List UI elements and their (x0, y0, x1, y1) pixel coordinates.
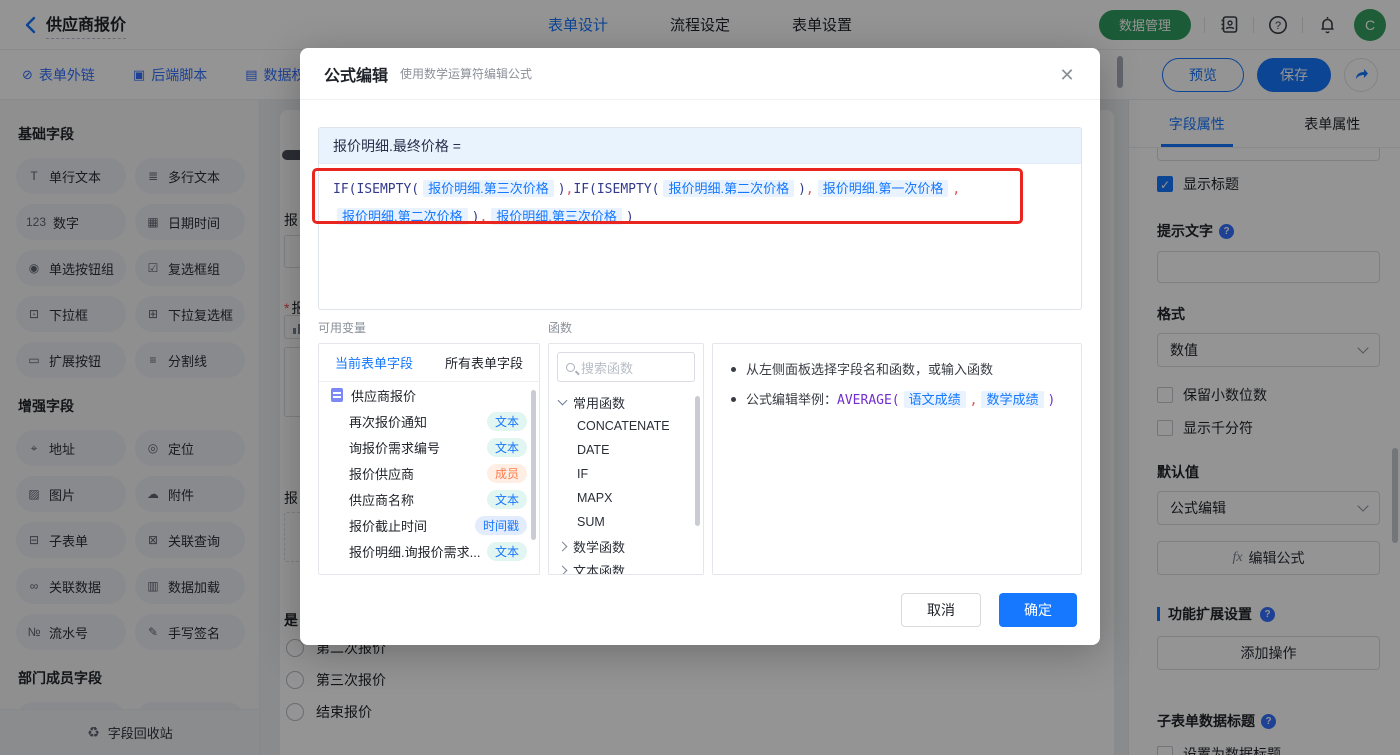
variable-field-row[interactable]: 报价截止时间 时间戳 (319, 512, 539, 538)
example-field-chip: 语文成绩 (903, 391, 966, 408)
formula-line: IF(ISEMPTY(报价明细.第三次价格),IF(ISEMPTY(报价明细.第… (333, 175, 1067, 203)
modal-header: 公式编辑 使用数学运算符编辑公式 (300, 48, 1100, 100)
variable-field-row[interactable]: 供应商名称 文本 (319, 486, 539, 512)
formula-field-chip: 报价明细.第二次价格 (663, 180, 795, 197)
formula-code-token: ) (798, 182, 806, 197)
variable-root-name: 供应商报价 (351, 388, 417, 404)
function-group-name: 数学函数 (573, 539, 626, 555)
function-group-name: 常用函数 (573, 395, 626, 411)
field-type-badge: 文本 (486, 489, 527, 509)
function-group[interactable]: 文本函数 (549, 558, 703, 575)
help-tip-1: 从左侧面板选择字段名和函数，或输入函数 (731, 360, 1063, 380)
formula-code-token: , (805, 182, 814, 197)
close-icon[interactable]: ✕ (1056, 64, 1078, 86)
functions-label: 函数 (548, 321, 573, 335)
modal-footer: 取消 确定 (901, 593, 1077, 627)
functions-tree: 常用函数 CONCATENATE DATE IF MAPX SUM 数学函数文本函数 (549, 390, 703, 575)
formula-code-token: ) (625, 210, 634, 225)
variable-field-name: 再次报价通知 (349, 414, 428, 430)
search-placeholder: 搜索函数 (581, 360, 634, 376)
variables-label: 可用变量 (318, 321, 367, 335)
field-type-badge: 文本 (486, 437, 527, 457)
help-tip-2: 公式编辑举例：AVERAGE(语文成绩, 数学成绩) (731, 390, 1063, 411)
formula-help-panel: 从左侧面板选择字段名和函数，或输入函数 公式编辑举例：AVERAGE(语文成绩,… (712, 343, 1082, 575)
variable-field-row[interactable]: 询报价需求编号 文本 (319, 434, 539, 460)
variable-field-name: 供应商名称 (349, 492, 415, 508)
example-field-chip: 数学成绩 (981, 391, 1044, 408)
variables-tabs: 当前表单字段 所有表单字段 (319, 344, 539, 382)
function-item[interactable]: DATE (549, 438, 703, 462)
formula-editor: 报价明细.最终价格 = IF(ISEMPTY(报价明细.第三次价格),IF(IS… (318, 127, 1082, 310)
variable-field-row[interactable]: 报价供应商 成员 (319, 460, 539, 486)
formula-code-token: ) (557, 182, 566, 197)
formula-target-field: 报价明细.最终价格 = (319, 128, 1081, 164)
formula-code-token: IF(ISEMPTY( (573, 182, 660, 197)
variables-tab-1[interactable]: 当前表单字段 (319, 344, 429, 381)
variable-field-name: 报价明细.询报价需求... (349, 544, 481, 560)
function-item[interactable]: IF (549, 462, 703, 486)
formula-field-chip: 报价明细.第一次价格 (817, 180, 949, 197)
function-group[interactable]: 常用函数 (549, 390, 703, 414)
formula-code-token: , (479, 210, 488, 225)
function-search-input[interactable]: 搜索函数 (557, 352, 695, 382)
functions-panel: 搜索函数 常用函数 CONCATENATE DATE IF MAPX SUM 数学函数文本函… (548, 343, 704, 575)
variable-field-row[interactable]: 再次报价通知 文本 (319, 408, 539, 434)
formula-code-area[interactable]: IF(ISEMPTY(报价明细.第三次价格),IF(ISEMPTY(报价明细.第… (319, 164, 1081, 309)
chevron-down-icon (557, 395, 568, 406)
variable-field-name: 询报价需求编号 (349, 440, 441, 456)
variable-root-row[interactable]: 供应商报价 (319, 382, 539, 408)
confirm-button[interactable]: 确定 (999, 593, 1077, 627)
formula-code-token: IF(ISEMPTY( (333, 182, 420, 197)
formula-field-chip: 报价明细.第三次价格 (423, 180, 554, 197)
field-type-badge: 文本 (486, 541, 527, 561)
bullet-icon (731, 367, 736, 372)
field-type-badge: 成员 (486, 463, 527, 483)
modal-title: 公式编辑 (324, 67, 389, 85)
field-type-badge: 时间戳 (474, 515, 527, 535)
formula-code-token: , (952, 182, 961, 197)
function-group[interactable]: 数学函数 (549, 534, 703, 558)
field-type-badge: 文本 (486, 411, 527, 431)
function-item[interactable]: SUM (549, 510, 703, 534)
search-icon (566, 362, 575, 372)
form-doc-icon (331, 388, 343, 402)
variable-field-name: 报价截止时间 (349, 518, 428, 534)
variables-scrollbar[interactable] (531, 390, 536, 540)
example-function: AVERAGE( (837, 393, 900, 408)
variables-list: 供应商报价 再次报价通知 文本 询报价需求编号 文本 报价供应商 成员 供应商名称 文本 报价截止… (319, 382, 539, 564)
chevron-right-icon (557, 565, 568, 574)
function-item[interactable]: CONCATENATE (549, 414, 703, 438)
modal-subtitle: 使用数学运算符编辑公式 (400, 67, 533, 81)
formula-line: 报价明细.第二次价格), 报价明细.第三次价格) (333, 203, 1067, 231)
variables-tab-2[interactable]: 所有表单字段 (429, 344, 539, 381)
variable-field-row[interactable]: 报价明细.询报价需求... 文本 (319, 538, 539, 564)
formula-field-chip: 报价明细.第二次价格 (337, 208, 468, 225)
bullet-icon (731, 397, 736, 402)
function-group-name: 文本函数 (573, 563, 626, 575)
variables-panel: 当前表单字段 所有表单字段 供应商报价 再次报价通知 文本 询报价需求编号 文本 报价供应商… (318, 343, 540, 575)
variable-field-name: 报价供应商 (349, 466, 415, 482)
formula-edit-modal: 公式编辑 使用数学运算符编辑公式 ✕ 报价明细.最终价格 = IF(ISEMPT… (300, 48, 1100, 645)
functions-scrollbar[interactable] (695, 396, 700, 526)
cancel-button[interactable]: 取消 (901, 593, 981, 627)
chevron-right-icon (557, 541, 568, 551)
formula-field-chip: 报价明细.第三次价格 (491, 208, 622, 225)
function-item[interactable]: MAPX (549, 486, 703, 510)
